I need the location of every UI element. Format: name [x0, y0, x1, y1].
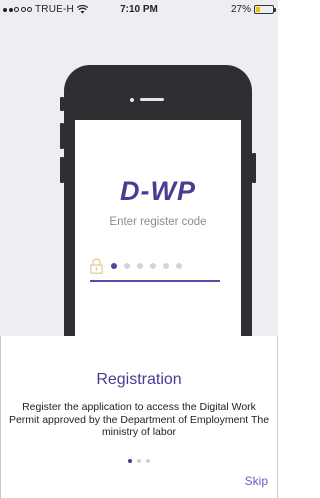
onboarding-description: Register the application to access the D… — [8, 401, 270, 438]
battery-icon — [254, 5, 276, 14]
pin-dot — [137, 263, 143, 269]
app-logo: D-WP — [120, 176, 196, 206]
page-dot[interactable] — [137, 459, 141, 463]
page-dot[interactable] — [128, 459, 132, 463]
lock-icon — [90, 258, 103, 274]
page-dot[interactable] — [146, 459, 150, 463]
phone-mute-switch — [60, 97, 64, 111]
phone-volume-up — [60, 123, 64, 149]
phone-power-button — [252, 153, 256, 183]
code-underline — [90, 280, 220, 282]
phone-mockup: D-WP Enter register code — [60, 65, 256, 336]
status-bar: TRUE-H 7:10 PM 27% — [0, 0, 278, 20]
pin-dot — [163, 263, 169, 269]
battery-percent: 27% — [230, 4, 251, 15]
onboarding-title: Registration — [96, 371, 182, 388]
register-code-prompt: Enter register code — [109, 216, 207, 228]
skip-button[interactable]: Skip — [245, 474, 268, 488]
phone-screen: D-WP Enter register code — [75, 120, 241, 336]
pin-dots — [111, 263, 189, 269]
phone-volume-down — [60, 157, 64, 183]
status-right: 27% — [230, 4, 276, 15]
register-code-input — [90, 257, 222, 275]
pin-dot — [111, 263, 117, 269]
pin-dot — [124, 263, 130, 269]
page-indicator — [0, 459, 278, 463]
illustration-area: TRUE-H 7:10 PM 27% D-WP Enter register c… — [0, 0, 278, 336]
pin-dot — [150, 263, 156, 269]
pin-dot — [176, 263, 182, 269]
phone-camera — [130, 98, 134, 102]
phone-speaker — [140, 98, 164, 101]
